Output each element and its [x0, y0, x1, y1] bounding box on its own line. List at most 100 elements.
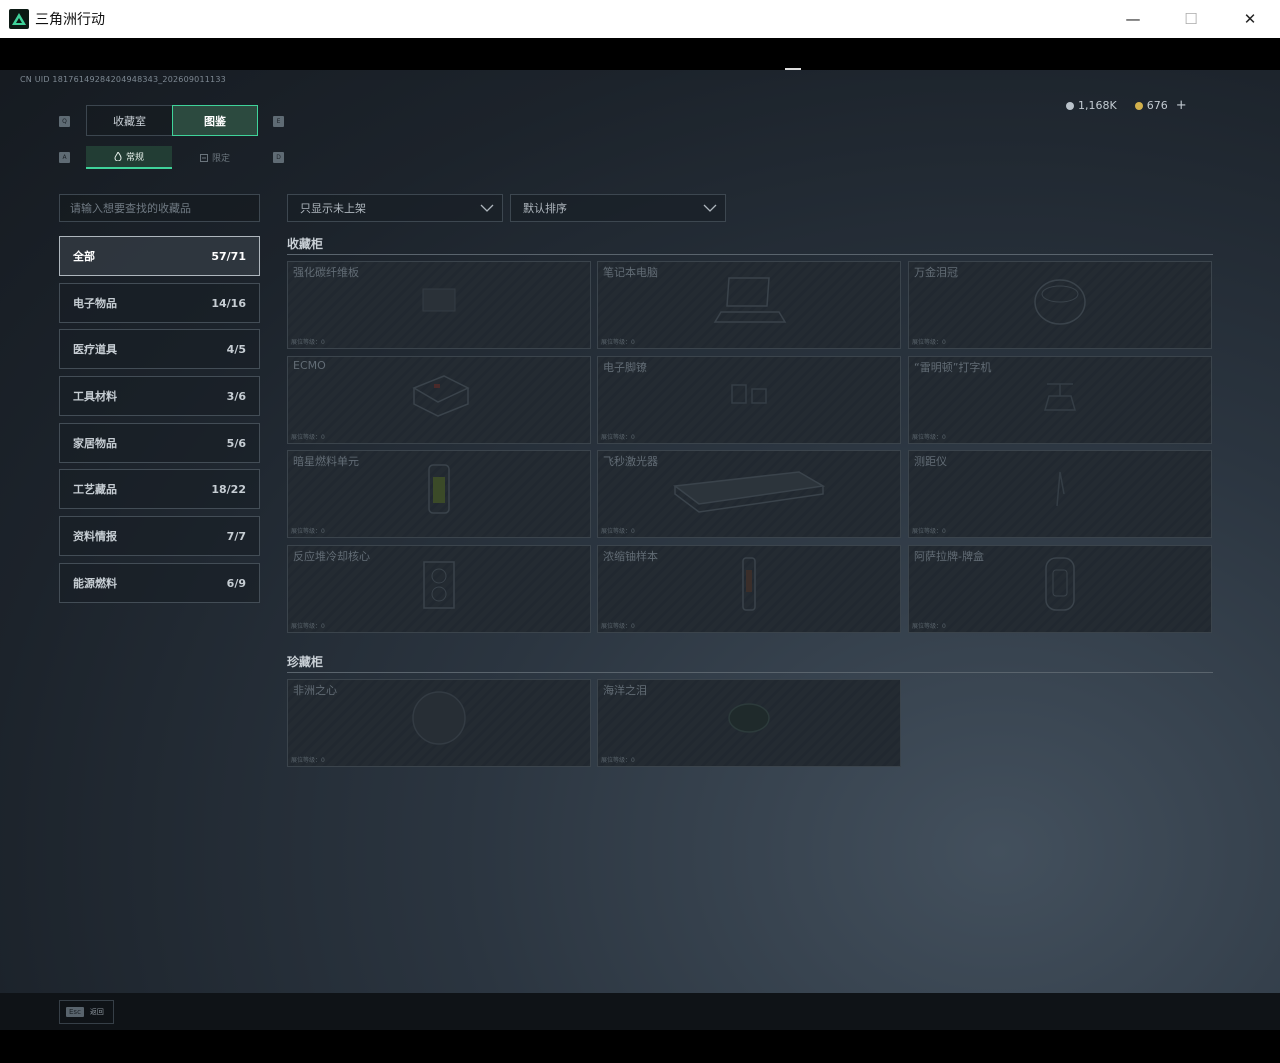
laser-device-icon: [669, 464, 829, 518]
category-all[interactable]: 全部 57/71: [59, 236, 260, 276]
category-count: 7/7: [226, 529, 246, 543]
collection-card[interactable]: ECMO 展位等级：0: [287, 356, 591, 444]
category-label: 家居物品: [73, 437, 117, 450]
category-label: 医疗道具: [73, 343, 117, 356]
close-button[interactable]: ✕: [1221, 0, 1279, 38]
card-footer: 展位等级：0: [291, 623, 325, 630]
section-divider: [287, 254, 1213, 255]
category-count: 14/16: [211, 296, 246, 310]
collection-card[interactable]: 飞秒激光器 展位等级：0: [597, 450, 901, 538]
collection-card[interactable]: 电子脚镣 展位等级：0: [597, 356, 901, 444]
card-footer: 展位等级：0: [912, 528, 946, 535]
search-input[interactable]: [59, 194, 260, 222]
window-titlebar: 三角洲行动 — ☐ ✕: [0, 0, 1280, 38]
fuel-cell-icon: [421, 457, 457, 525]
back-button[interactable]: Esc 返回: [59, 1000, 114, 1024]
card-footer: 展位等级：0: [291, 528, 325, 535]
card-footer: 展位等级：0: [291, 757, 325, 764]
category-label: 资料情报: [73, 530, 117, 543]
category-intel[interactable]: 资料情报 7/7: [59, 516, 260, 556]
section-title-treasure: 珍藏柜: [287, 655, 324, 669]
collection-card[interactable]: “雷明顿”打字机 展位等级：0: [908, 356, 1212, 444]
category-electronics[interactable]: 电子物品 14/16: [59, 283, 260, 323]
minimize-button[interactable]: —: [1104, 0, 1162, 38]
category-energy[interactable]: 能源燃料 6/9: [59, 563, 260, 603]
card-name: 电子脚镣: [603, 361, 647, 374]
category-count: 6/9: [226, 576, 246, 590]
maximize-button[interactable]: ☐: [1162, 0, 1220, 38]
tab-collection-room[interactable]: 收藏室: [86, 105, 172, 136]
card-name: 阿萨拉牌-牌盒: [914, 550, 984, 563]
crown-icon: [1030, 272, 1090, 332]
typewriter-icon: [1035, 370, 1085, 424]
card-footer: 展位等级：0: [912, 623, 946, 630]
top-black-band: [0, 38, 1280, 70]
app-logo-icon: [9, 9, 29, 29]
category-count: 3/6: [226, 389, 246, 403]
key-hint-a: A: [59, 152, 70, 163]
tab-catalog[interactable]: 图鉴: [172, 105, 258, 136]
collection-card[interactable]: 浓缩铀样本 展位等级：0: [597, 545, 901, 633]
show-filter-value: 只显示未上架: [300, 202, 366, 215]
game-viewport: CN UID 18176149284204948343_202609011133…: [0, 38, 1280, 1030]
gold-coin-icon: [1134, 101, 1143, 110]
esc-key-hint: Esc: [66, 1007, 84, 1017]
top-indicator: [785, 68, 801, 70]
card-footer: 展位等级：0: [291, 434, 325, 441]
category-medical[interactable]: 医疗道具 4/5: [59, 329, 260, 369]
add-currency-button[interactable]: +: [1176, 98, 1187, 113]
card-name: 暗星燃料单元: [293, 455, 359, 468]
category-label: 全部: [73, 250, 95, 263]
category-count: 5/6: [226, 436, 246, 450]
card-name: 反应堆冷却核心: [293, 550, 370, 563]
uranium-sample-icon: [737, 552, 761, 620]
category-household[interactable]: 家居物品 5/6: [59, 423, 260, 463]
card-name: ECMO: [293, 359, 326, 372]
category-label: 电子物品: [73, 297, 117, 310]
card-name: “雷明顿”打字机: [914, 361, 992, 374]
collection-card[interactable]: 笔记本电脑 展位等级：0: [597, 261, 901, 349]
collection-card[interactable]: 暗星燃料单元 展位等级：0: [287, 450, 591, 538]
key-hint-e: E: [273, 116, 284, 127]
collection-card[interactable]: 万金泪冠 展位等级：0: [908, 261, 1212, 349]
sort-value: 默认排序: [523, 202, 567, 215]
category-label: 工艺藏品: [73, 483, 117, 496]
rangefinder-icon: [1045, 464, 1075, 518]
section-title-cabinet: 收藏柜: [287, 237, 324, 251]
subtab-limited-label: 限定: [211, 154, 230, 164]
uid-text: CN UID 18176149284204948343_202609011133: [20, 75, 226, 84]
category-label: 工具材料: [73, 390, 117, 403]
category-label: 能源燃料: [73, 577, 117, 590]
collection-card[interactable]: 非洲之心 展位等级：0: [287, 679, 591, 767]
section-divider: [287, 672, 1213, 673]
flame-icon: [114, 152, 122, 161]
collection-card[interactable]: 反应堆冷却核心 展位等级：0: [287, 545, 591, 633]
card-name: 强化碳纤维板: [293, 266, 359, 279]
subtab-regular-label: 常规: [125, 153, 144, 163]
window-title: 三角洲行动: [35, 12, 105, 28]
card-footer: 展位等级：0: [291, 339, 325, 346]
reactor-core-icon: [414, 552, 464, 620]
heart-of-africa-icon: [404, 688, 474, 752]
card-name: 浓缩铀样本: [603, 550, 658, 563]
category-tools[interactable]: 工具材料 3/6: [59, 376, 260, 416]
card-name: 笔记本电脑: [603, 266, 658, 279]
card-footer: 展位等级：0: [601, 757, 635, 764]
sort-dropdown[interactable]: 默认排序: [510, 194, 726, 222]
card-name: 飞秒激光器: [603, 455, 658, 468]
carbon-plate-icon: [419, 285, 459, 319]
category-count: 57/71: [211, 249, 246, 263]
show-filter-dropdown[interactable]: 只显示未上架: [287, 194, 503, 222]
bottom-black-band: [0, 1030, 1280, 1063]
card-footer: 展位等级：0: [601, 339, 635, 346]
collection-card[interactable]: 测距仪 展位等级：0: [908, 450, 1212, 538]
chevron-down-icon: [480, 204, 494, 212]
subtab-limited[interactable]: 限定: [172, 146, 258, 169]
collection-card[interactable]: 强化碳纤维板 展位等级：0: [287, 261, 591, 349]
collection-card[interactable]: 海洋之泪 展位等级：0: [597, 679, 901, 767]
collection-card[interactable]: 阿萨拉牌-牌盒 展位等级：0: [908, 545, 1212, 633]
ocean-tear-icon: [724, 698, 774, 742]
bottom-bar: [0, 993, 1280, 1030]
category-crafts[interactable]: 工艺藏品 18/22: [59, 469, 260, 509]
subtab-regular[interactable]: 常规: [86, 146, 172, 169]
